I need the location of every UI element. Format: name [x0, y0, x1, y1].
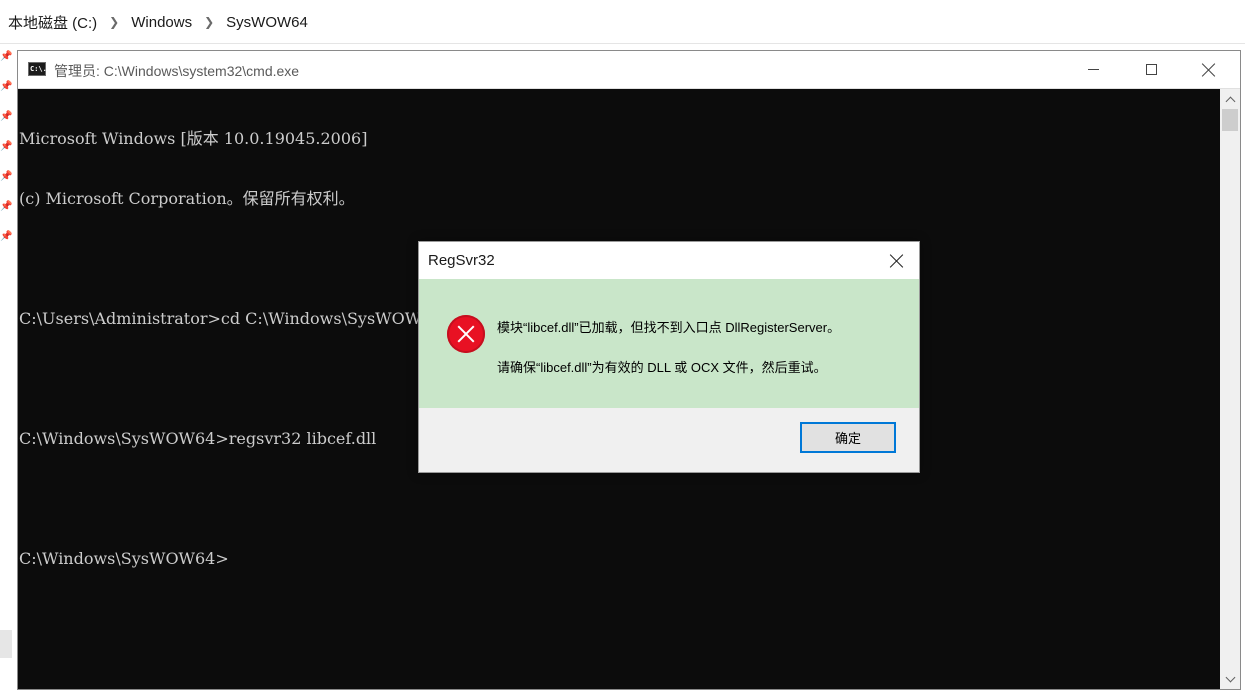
dialog-footer: 确定	[419, 408, 919, 472]
error-x-icon	[447, 315, 485, 353]
scroll-down-button[interactable]	[1220, 669, 1240, 689]
breadcrumb-item-windows[interactable]: Windows	[131, 14, 192, 31]
pin-icon: 📌	[0, 201, 13, 212]
pin-icon: 📌	[0, 231, 13, 242]
dialog-close-button[interactable]	[875, 242, 919, 279]
regsvr32-dialog: RegSvr32 模块“libcef.dll”已加载，但找不到入口点 DllRe…	[418, 241, 920, 473]
chevron-down-icon	[1225, 672, 1235, 682]
scroll-up-button[interactable]	[1220, 89, 1240, 109]
breadcrumb-item-syswow64[interactable]: SysWOW64	[226, 14, 308, 31]
cmd-titlebar[interactable]: C:\. 管理员: C:\Windows\system32\cmd.exe	[18, 51, 1240, 89]
console-prompt-line[interactable]: C:\Windows\SysWOW64>	[19, 549, 1219, 569]
pin-icon: 📌	[0, 141, 13, 152]
close-button[interactable]	[1180, 51, 1238, 88]
dialog-message-line-1: 模块“libcef.dll”已加载，但找不到入口点 DllRegisterSer…	[497, 320, 841, 335]
pin-icon: 📌	[0, 171, 13, 182]
close-icon	[1202, 63, 1216, 77]
chevron-right-icon[interactable]: ❯	[204, 15, 214, 29]
pin-icon: 📌	[0, 51, 13, 62]
scroll-thumb[interactable]	[1222, 109, 1238, 131]
pin-icon: 📌	[0, 111, 13, 122]
dialog-message-area: 模块“libcef.dll”已加载，但找不到入口点 DllRegisterSer…	[419, 279, 919, 408]
explorer-address-bar: 本地磁盘 (C:) ❯ Windows ❯ SysWOW64	[0, 0, 1245, 44]
dialog-title: RegSvr32	[428, 252, 495, 269]
explorer-side-strip	[0, 630, 12, 658]
cmd-window-title: 管理员: C:\Windows\system32\cmd.exe	[54, 63, 300, 79]
breadcrumb: 本地磁盘 (C:) ❯ Windows ❯ SysWOW64	[8, 12, 308, 33]
close-icon	[890, 254, 904, 268]
console-line: (c) Microsoft Corporation。保留所有权利。	[19, 189, 355, 208]
minimize-icon	[1087, 69, 1099, 70]
maximize-button[interactable]	[1122, 51, 1180, 88]
chevron-up-icon	[1225, 96, 1235, 106]
quick-access-pins: 📌 📌 📌 📌 📌 📌 📌	[0, 52, 14, 262]
maximize-icon	[1145, 64, 1157, 75]
breadcrumb-item-drive[interactable]: 本地磁盘 (C:)	[8, 12, 97, 33]
console-line: Microsoft Windows [版本 10.0.19045.2006]	[19, 129, 368, 148]
console-scrollbar[interactable]	[1220, 89, 1240, 689]
ok-button[interactable]: 确定	[800, 422, 896, 453]
dialog-titlebar[interactable]: RegSvr32	[419, 242, 919, 279]
chevron-right-icon[interactable]: ❯	[109, 15, 119, 29]
dialog-message-line-2: 请确保“libcef.dll”为有效的 DLL 或 OCX 文件，然后重试。	[497, 360, 827, 375]
pin-icon: 📌	[0, 81, 13, 92]
minimize-button[interactable]	[1064, 51, 1122, 88]
cmd-app-icon[interactable]: C:\.	[28, 62, 47, 76]
